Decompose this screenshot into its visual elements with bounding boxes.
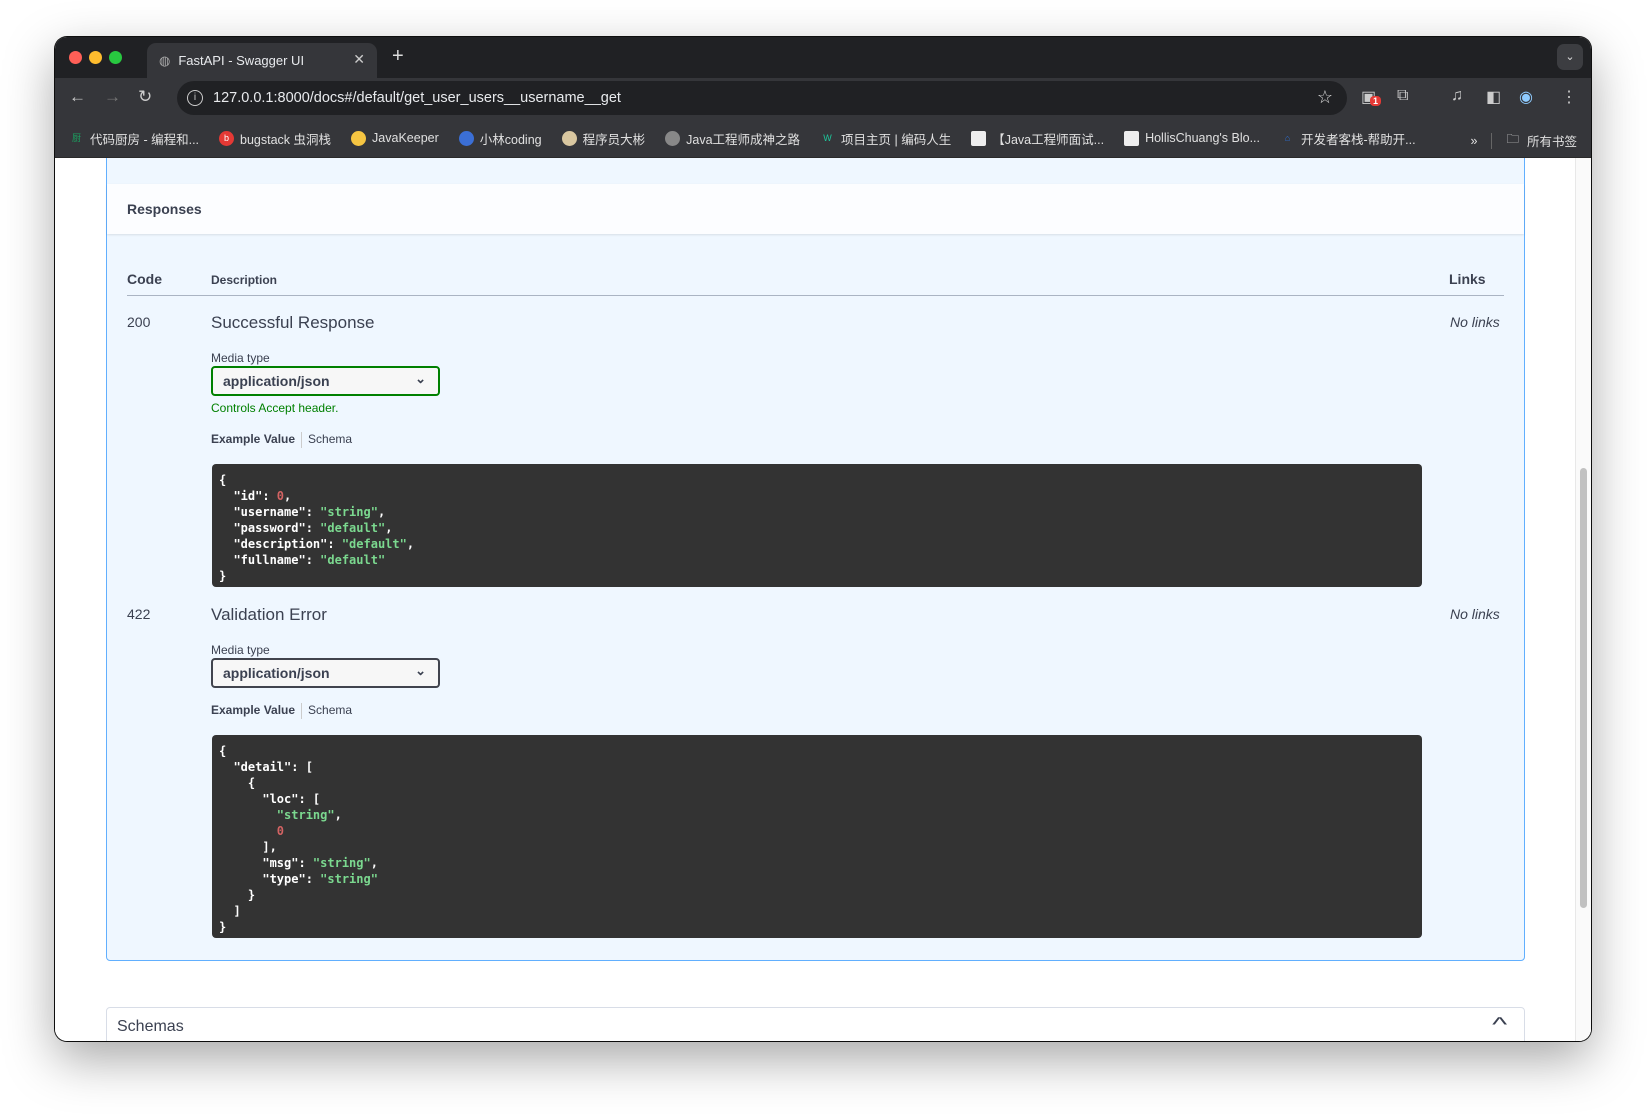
page-content: Responses Code Description Links 200 Suc…: [55, 158, 1591, 1041]
bookmark-icon: [561, 130, 577, 146]
controls-accept-header-note: Controls Accept header.: [211, 401, 339, 415]
bookmark-item[interactable]: Java工程师成神之路: [665, 129, 800, 148]
bookmark-icon: ⌂: [1284, 132, 1291, 143]
bookmark-label: 项目主页 | 编码人生: [841, 132, 952, 147]
bookmark-label: 程序员大彬: [582, 132, 646, 147]
more-bookmarks-icon[interactable]: »: [1471, 134, 1478, 148]
bookmark-label: JavaKeeper: [372, 131, 439, 145]
bookmark-icon: 厨: [71, 132, 81, 143]
operation-block: Responses Code Description Links 200 Suc…: [106, 158, 1525, 961]
extensions-puzzle-icon[interactable]: ⧉: [1397, 87, 1408, 105]
chevron-up-icon[interactable]: ^: [1492, 1014, 1507, 1037]
column-header-links: Links: [1449, 271, 1486, 287]
bookmark-item[interactable]: b bugstack 虫洞栈: [219, 129, 331, 148]
media-type-select[interactable]: application/json ⌄: [211, 366, 440, 396]
response-description: Validation Error: [211, 605, 327, 624]
bookmark-label: 代码厨房 - 编程和...: [90, 132, 200, 147]
tab-schema[interactable]: Schema: [308, 703, 352, 717]
bookmark-icon: [1124, 130, 1140, 146]
folder-icon: 🗀: [1506, 132, 1519, 146]
bookmark-label: 开发者客栈-帮助开...: [1301, 132, 1416, 147]
media-type-label: Media type: [211, 643, 270, 657]
reload-icon[interactable]: ↻: [138, 87, 152, 107]
bookmark-label: 【Java工程师面试...: [992, 132, 1105, 147]
media-type-select[interactable]: application/json ⌄: [211, 658, 440, 688]
close-tab-icon[interactable]: ✕: [353, 51, 365, 68]
profile-avatar[interactable]: ◉: [1519, 87, 1533, 107]
bookmark-label: bugstack 虫洞栈: [240, 132, 332, 147]
bookmarks-bar: 厨代码厨房 - 编程和... b bugstack 虫洞栈 JavaKeeper …: [55, 119, 1591, 158]
extension-badge: 1: [1370, 96, 1382, 106]
toolbar: ← → ↻ i 127.0.0.1:8000/docs#/default/get…: [55, 78, 1591, 119]
bookmark-item[interactable]: 小林coding: [458, 129, 542, 148]
responses-header: Responses: [107, 184, 1524, 234]
tab-bar: ◍ FastAPI - Swagger UI ✕ + ⌄: [55, 37, 1591, 78]
response-code: 200: [127, 314, 151, 330]
divider: [301, 703, 303, 719]
header-divider: [127, 295, 1504, 296]
forward-icon[interactable]: →: [104, 87, 121, 107]
response-code: 422: [127, 606, 151, 622]
url-text: 127.0.0.1:8000/docs#/default/get_user_us…: [213, 90, 621, 106]
schemas-section[interactable]: Schemas ^: [106, 1007, 1525, 1041]
globe-icon: ◍: [159, 52, 171, 68]
tab-title: FastAPI - Swagger UI: [178, 53, 305, 68]
close-window-button[interactable]: [69, 51, 82, 64]
bookmark-item[interactable]: ⌂ 开发者客栈-帮助开...: [1280, 129, 1416, 148]
media-control-icon[interactable]: ♫: [1451, 87, 1463, 105]
scrollbar-thumb[interactable]: [1580, 468, 1587, 908]
media-type-value: application/json: [223, 373, 330, 389]
bookmark-icon: b: [219, 130, 235, 146]
bookmark-item[interactable]: 【Java工程师面试...: [971, 129, 1104, 148]
bookmark-star-icon[interactable]: ☆: [1317, 87, 1333, 108]
divider: [301, 432, 303, 448]
browser-tab[interactable]: ◍ FastAPI - Swagger UI ✕: [147, 43, 377, 78]
tab-schema[interactable]: Schema: [308, 432, 352, 446]
bookmark-item[interactable]: 程序员大彬: [561, 129, 646, 148]
menu-icon[interactable]: ⋮: [1561, 87, 1577, 107]
media-type-label: Media type: [211, 351, 270, 365]
bookmark-label: Java工程师成神之路: [686, 132, 801, 147]
new-tab-button[interactable]: +: [392, 45, 404, 68]
scrollbar[interactable]: [1575, 158, 1591, 1041]
response-links: No links: [1450, 314, 1500, 330]
schemas-title: Schemas: [117, 1018, 184, 1035]
response-description: Successful Response: [211, 313, 375, 332]
bookmark-icon: W: [823, 132, 832, 143]
address-bar[interactable]: i 127.0.0.1:8000/docs#/default/get_user_…: [177, 81, 1347, 115]
bookmark-icon: [458, 130, 474, 146]
chevron-down-icon: ⌄: [415, 371, 426, 386]
divider: [1491, 132, 1493, 149]
all-bookmarks-button[interactable]: 所有书签: [1527, 131, 1577, 150]
back-icon[interactable]: ←: [69, 87, 86, 107]
example-value-code: { "id": 0, "username": "string", "passwo…: [212, 464, 1422, 587]
tab-search-button[interactable]: ⌄: [1557, 44, 1583, 70]
tab-example-value[interactable]: Example Value: [211, 432, 295, 446]
bookmark-label: HollisChuang's Blo...: [1145, 131, 1261, 145]
extension-icon[interactable]: ▣ 1: [1361, 87, 1382, 107]
responses-title: Responses: [127, 201, 202, 217]
example-value-code: { "detail": [ { "loc": [ "string", 0 ], …: [212, 735, 1422, 938]
bookmark-item[interactable]: JavaKeeper: [351, 130, 439, 146]
bookmark-item[interactable]: 厨代码厨房 - 编程和...: [69, 129, 199, 148]
globe-icon: [665, 130, 681, 146]
bookmark-label: 小林coding: [479, 132, 542, 147]
column-header-description: Description: [211, 273, 278, 287]
column-header-code: Code: [127, 271, 162, 287]
chevron-down-icon: ⌄: [415, 663, 426, 678]
site-info-icon[interactable]: i: [187, 90, 203, 106]
bookmark-item[interactable]: HollisChuang's Blo...: [1124, 130, 1261, 146]
side-panel-icon[interactable]: ◧: [1486, 87, 1501, 107]
tab-example-value[interactable]: Example Value: [211, 703, 295, 717]
bookmark-item[interactable]: W 项目主页 | 编码人生: [820, 129, 951, 148]
bookmark-icon: [971, 130, 987, 146]
response-links: No links: [1450, 606, 1500, 622]
minimize-window-button[interactable]: [89, 51, 102, 64]
maximize-window-button[interactable]: [109, 51, 122, 64]
browser-window: ◍ FastAPI - Swagger UI ✕ + ⌄ ← → ↻ i 127…: [55, 37, 1591, 1041]
media-type-value: application/json: [223, 665, 330, 681]
bookmark-icon: [351, 130, 367, 146]
